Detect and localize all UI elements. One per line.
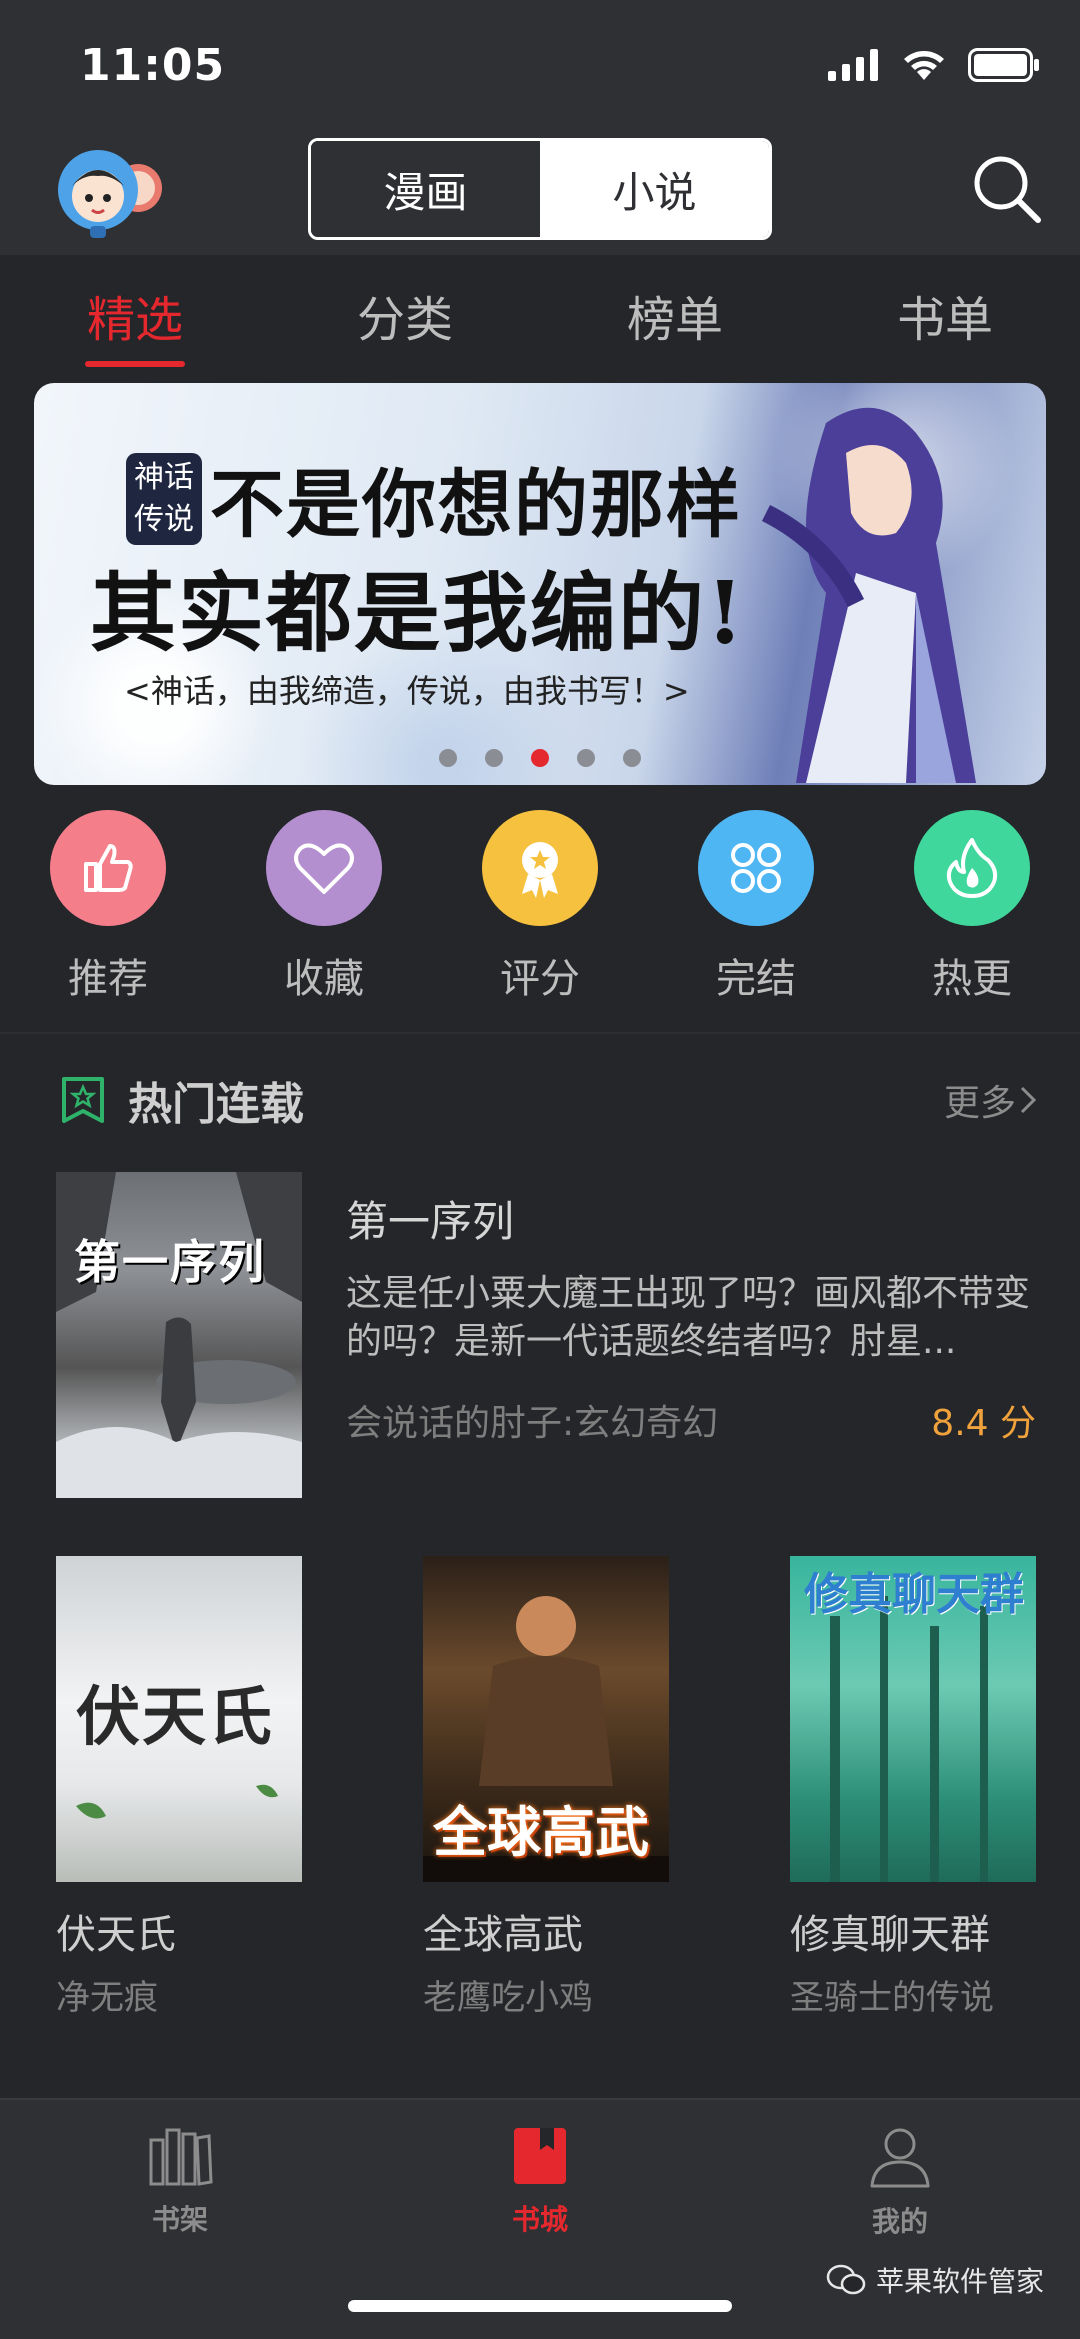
banner-subtitle: <神话，由我缔造，传说，由我书写！>	[124, 672, 690, 710]
pagination-dot[interactable]	[485, 749, 503, 767]
nav-bookstore[interactable]: 书城	[440, 2126, 640, 2238]
more-label: 更多	[943, 1083, 1016, 1124]
avatar[interactable]	[54, 146, 170, 242]
nav-profile-label: 我的	[871, 2205, 928, 2238]
featured-meta: 会说话的肘子:玄幻奇幻	[346, 1403, 719, 1444]
banner-seal: 神话传说	[126, 453, 202, 545]
quick-recommend-circle	[50, 810, 166, 926]
quick-favorites-circle	[266, 810, 382, 926]
app-screen: 11:05 漫画 小说 精选 分类 榜单 书单 神话传说 不是你想的那样 其实都…	[0, 0, 1080, 2339]
banner-headline-1: 不是你想的那样	[210, 462, 742, 548]
tab-ranking[interactable]: 榜单	[540, 255, 810, 375]
signal-icon	[828, 49, 878, 81]
quick-hot-updates-circle	[914, 810, 1030, 926]
nav-profile[interactable]: 我的	[800, 2126, 1000, 2240]
flame-icon	[946, 838, 998, 898]
section-title: 热门连载	[128, 1079, 304, 1130]
home-indicator[interactable]	[348, 2300, 732, 2312]
quick-hot-updates[interactable]: 热更	[914, 810, 1030, 1030]
featured-cover-title: 第一序列	[74, 1235, 266, 1289]
quick-rating[interactable]: 评分	[482, 810, 598, 1030]
bookshelf-icon	[149, 2128, 213, 2186]
book-grid: 伏天氏 伏天氏 净无痕 全球高武 全球高武 老鹰吃小鸡 修真聊天群 修真聊天群 …	[56, 1556, 1036, 2019]
content-type-switch: 漫画 小说	[308, 138, 772, 240]
book-cover-title: 全球高武	[433, 1801, 649, 1864]
book-card[interactable]: 修真聊天群 修真聊天群 圣骑士的传说	[790, 1556, 1036, 2019]
book-card[interactable]: 全球高武 全球高武 老鹰吃小鸡	[423, 1556, 669, 2019]
featured-book[interactable]: 第一序列 第一序列 这是任小粟大魔王出现了吗？画风都不带变的吗？是新一代话题终结…	[56, 1172, 1036, 1498]
search-button[interactable]	[968, 150, 1044, 226]
book-title: 修真聊天群	[790, 1912, 990, 1958]
banner-character-illustration	[761, 407, 976, 783]
more-link[interactable]: 更多	[944, 1074, 1040, 1126]
nav-bookshelf[interactable]: 书架	[80, 2126, 280, 2238]
pagination-dot[interactable]	[577, 749, 595, 767]
quick-completed-circle	[698, 810, 814, 926]
book-cover: 伏天氏	[56, 1556, 302, 1882]
thumbs-up-icon	[84, 844, 133, 892]
watermark: 苹果软件管家	[826, 2260, 1044, 2300]
quick-recommend-label: 推荐	[68, 956, 148, 1002]
pagination-dot-active[interactable]	[531, 749, 549, 767]
search-icon	[974, 156, 1041, 223]
quick-favorites-label: 收藏	[284, 956, 364, 1002]
nav-bookstore-label: 书城	[511, 2203, 568, 2236]
book-cover-title: 修真聊天群	[804, 1569, 1024, 1620]
quick-rating-label: 评分	[500, 956, 580, 1002]
status-time: 11:05	[80, 40, 226, 91]
book-cover: 修真聊天群	[790, 1556, 1036, 1882]
banner-headline-2: 其实都是我编的!	[90, 563, 746, 664]
pagination-dot[interactable]	[439, 749, 457, 767]
tab-booklist[interactable]: 书单	[810, 255, 1080, 375]
book-author: 老鹰吃小鸡	[423, 1978, 593, 2018]
chevron-right-icon	[1020, 1086, 1037, 1114]
quick-menu: 推荐 收藏 评分 完结 热更	[0, 810, 1080, 1030]
watermark-text: 苹果软件管家	[875, 2265, 1044, 2298]
nav-bookshelf-label: 书架	[151, 2203, 208, 2236]
book-card[interactable]: 伏天氏 伏天氏 净无痕	[56, 1556, 302, 2019]
top-tabs: 精选 分类 榜单 书单	[0, 255, 1080, 375]
quick-rating-circle	[482, 810, 598, 926]
mascot-icon	[58, 150, 162, 238]
featured-description: 这是任小粟大魔王出现了吗？画风都不带变的吗？是新一代话题终结者吗？肘星...	[346, 1273, 1031, 1362]
featured-title: 第一序列	[346, 1197, 515, 1246]
quick-hot-updates-label: 热更	[932, 956, 1012, 1002]
quick-completed-label: 完结	[716, 956, 796, 1002]
pagination-dot[interactable]	[623, 749, 641, 767]
book-author: 净无痕	[56, 1978, 158, 2018]
battery-icon	[968, 48, 1039, 82]
book-title: 伏天氏	[56, 1912, 176, 1958]
grid-icon	[731, 843, 781, 893]
wechat-icon	[826, 2264, 866, 2295]
tab-category[interactable]: 分类	[270, 255, 540, 375]
segment-novel[interactable]: 小说	[540, 141, 769, 237]
top-header: 漫画 小说	[0, 130, 1080, 255]
bookstore-icon	[514, 2128, 566, 2184]
book-title: 全球高武	[423, 1912, 583, 1958]
quick-recommend[interactable]: 推荐	[50, 810, 166, 1030]
wifi-icon	[904, 51, 944, 80]
status-icons	[828, 48, 1040, 82]
section-divider	[0, 1032, 1080, 1034]
cover-decoration	[76, 1784, 278, 1819]
quick-favorites[interactable]: 收藏	[266, 810, 382, 1030]
tab-featured[interactable]: 精选	[0, 255, 270, 375]
promo-banner[interactable]: 神话传说 不是你想的那样 其实都是我编的! <神话，由我缔造，传说，由我书写！>	[34, 383, 1046, 785]
banner-pagination	[34, 749, 1046, 767]
status-bar: 11:05	[0, 0, 1080, 130]
quick-completed[interactable]: 完结	[698, 810, 814, 1030]
book-cover: 全球高武	[423, 1556, 669, 1882]
medal-icon	[522, 842, 558, 898]
featured-cover-art	[56, 1172, 302, 1498]
featured-book-cover: 第一序列	[56, 1172, 302, 1498]
featured-score: 8.4 分	[931, 1403, 1036, 1444]
profile-icon	[870, 2128, 930, 2188]
section-header: 热门连载 更多	[60, 1060, 1040, 1140]
heart-icon	[294, 843, 354, 894]
bookmark-star-icon	[62, 1077, 104, 1123]
book-author: 圣骑士的传说	[790, 1978, 994, 2018]
segment-manga[interactable]: 漫画	[311, 141, 540, 237]
